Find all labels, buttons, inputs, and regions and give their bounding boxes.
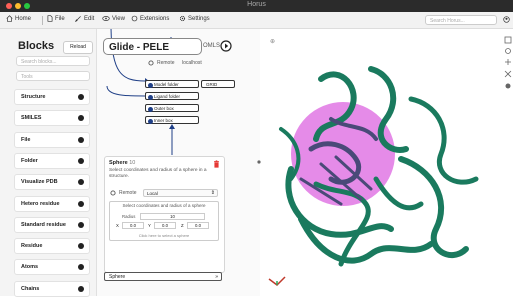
menu-view[interactable]: View [102,15,125,22]
block-filter-input[interactable]: Tools [16,71,90,81]
info-icon[interactable] [78,221,84,228]
settings-icon[interactable] [148,60,154,66]
reset-icon[interactable] [505,59,511,65]
glide-remote-value[interactable]: localhost [182,60,202,66]
sphere-title: Sphere 10 [109,160,136,166]
protein-structure-render[interactable]: ⊕ [261,29,513,296]
block-item[interactable]: Standard residue [14,216,90,233]
glide-remote-row: Remote localhost [137,59,257,68]
file-icon [47,15,53,22]
port-dot[interactable] [148,82,153,88]
block-label: File [21,136,31,143]
block-label: Chains [21,285,40,292]
settings-tool-icon[interactable] [504,70,512,78]
sphere-remote-row: Remote Local ⇕ [108,189,220,198]
window-title: Horus [247,1,266,8]
block-label: Hetero residue [21,200,60,207]
info-icon[interactable] [78,94,84,100]
view-icon [102,16,110,21]
chevron-right-icon: » [215,274,218,280]
home-icon [6,15,13,22]
block-label: Structure [21,94,46,100]
menu-extensions[interactable]: Extensions [131,15,169,22]
menubar: Home File Edit View Extensions Settings … [0,12,513,29]
sphere-coordinates-box: Select coordinates and radius of a spher… [109,201,219,241]
block-item[interactable]: Hetero residue [14,195,90,212]
strand-2 [298,216,434,264]
port-dot[interactable] [148,106,153,112]
y-input[interactable]: 0.0 [154,222,176,229]
block-item[interactable]: Chains [14,280,90,297]
block-item[interactable]: Residue [14,238,90,255]
port-dot[interactable] [148,94,153,100]
grid-output[interactable]: GRID [201,80,235,88]
z-input[interactable]: 0.0 [187,222,209,229]
edit-icon [75,16,81,22]
block-label: Visualize PDB [21,179,58,186]
axis-gizmo [268,276,286,286]
menu-settings[interactable]: Settings [179,15,210,22]
info-icon[interactable] [78,115,84,122]
menu-home[interactable]: Home [6,15,31,22]
block-item[interactable]: Folder [14,152,90,169]
info-icon[interactable] [78,179,84,186]
block-item[interactable]: Visualize PDB [14,174,90,191]
blocks-sidebar: Blocks Reload Search blocks... Tools Str… [0,29,97,297]
port-dot[interactable] [148,118,153,124]
viewer-toolbar [504,36,512,89]
info-icon[interactable] [78,243,84,250]
block-label: Residue [21,243,43,250]
window-titlebar: Horus [0,0,513,12]
x-input[interactable]: 0.0 [122,222,144,229]
node-port-outer-box[interactable]: Outer box [145,104,199,112]
block-label: Standard residue [21,221,66,228]
block-item[interactable]: SMILES [14,110,90,127]
glide-suffix: OMLS [203,43,221,49]
info-icon[interactable] [78,200,84,207]
select-sphere-hint[interactable]: Click here to select a sphere [110,233,218,238]
menu-separator [42,16,43,25]
global-search-input[interactable]: Search Horus... [425,15,497,25]
axis-icon: ⊕ [270,39,275,45]
settings-icon[interactable] [110,190,116,196]
node-port-model-folder[interactable]: Model folder [145,80,199,88]
info-icon[interactable] [78,264,84,271]
block-search-input[interactable]: Search blocks... [16,56,90,66]
block-item[interactable]: File [14,131,90,148]
block-label: SMILES [21,115,42,122]
block-label: Folder [21,157,38,164]
block-item[interactable]: Atoms [14,259,90,276]
trash-icon[interactable] [213,160,220,168]
expand-icon[interactable] [504,36,512,44]
glide-node-title[interactable]: Glide - PELE [103,38,202,55]
sphere-block-panel[interactable]: Sphere 10 Select coordinates and radius … [104,156,225,273]
block-label: Atoms [21,264,39,271]
connection-ligand-folder [106,85,146,97]
info-icon[interactable] [505,83,511,89]
menu-file[interactable]: File [47,15,65,22]
chevron-updown-icon: ⇕ [210,190,215,196]
camera-icon[interactable] [505,48,511,54]
radius-input[interactable]: 10 [140,213,205,220]
sphere-description: Select coordinates and radius of a spher… [109,168,207,179]
block-item[interactable]: Structure [14,89,90,105]
info-icon[interactable] [78,157,84,164]
account-icon[interactable] [503,16,510,23]
menu-edit[interactable]: Edit [75,15,94,22]
sphere-output-node[interactable]: Sphere » [104,272,222,281]
gear-icon [179,15,186,22]
info-icon[interactable] [78,285,84,292]
sidebar-title: Blocks [18,40,55,52]
extensions-icon [131,15,138,22]
remote-select[interactable]: Local ⇕ [143,189,218,197]
molecule-viewer[interactable]: ⊕ [261,29,513,296]
reload-button[interactable]: Reload [63,41,93,54]
play-icon[interactable] [220,40,232,52]
node-port-inner-box[interactable]: Inner box [145,116,199,124]
info-icon[interactable] [78,136,84,143]
node-port-ligand-folder[interactable]: Ligand folder [145,92,199,100]
